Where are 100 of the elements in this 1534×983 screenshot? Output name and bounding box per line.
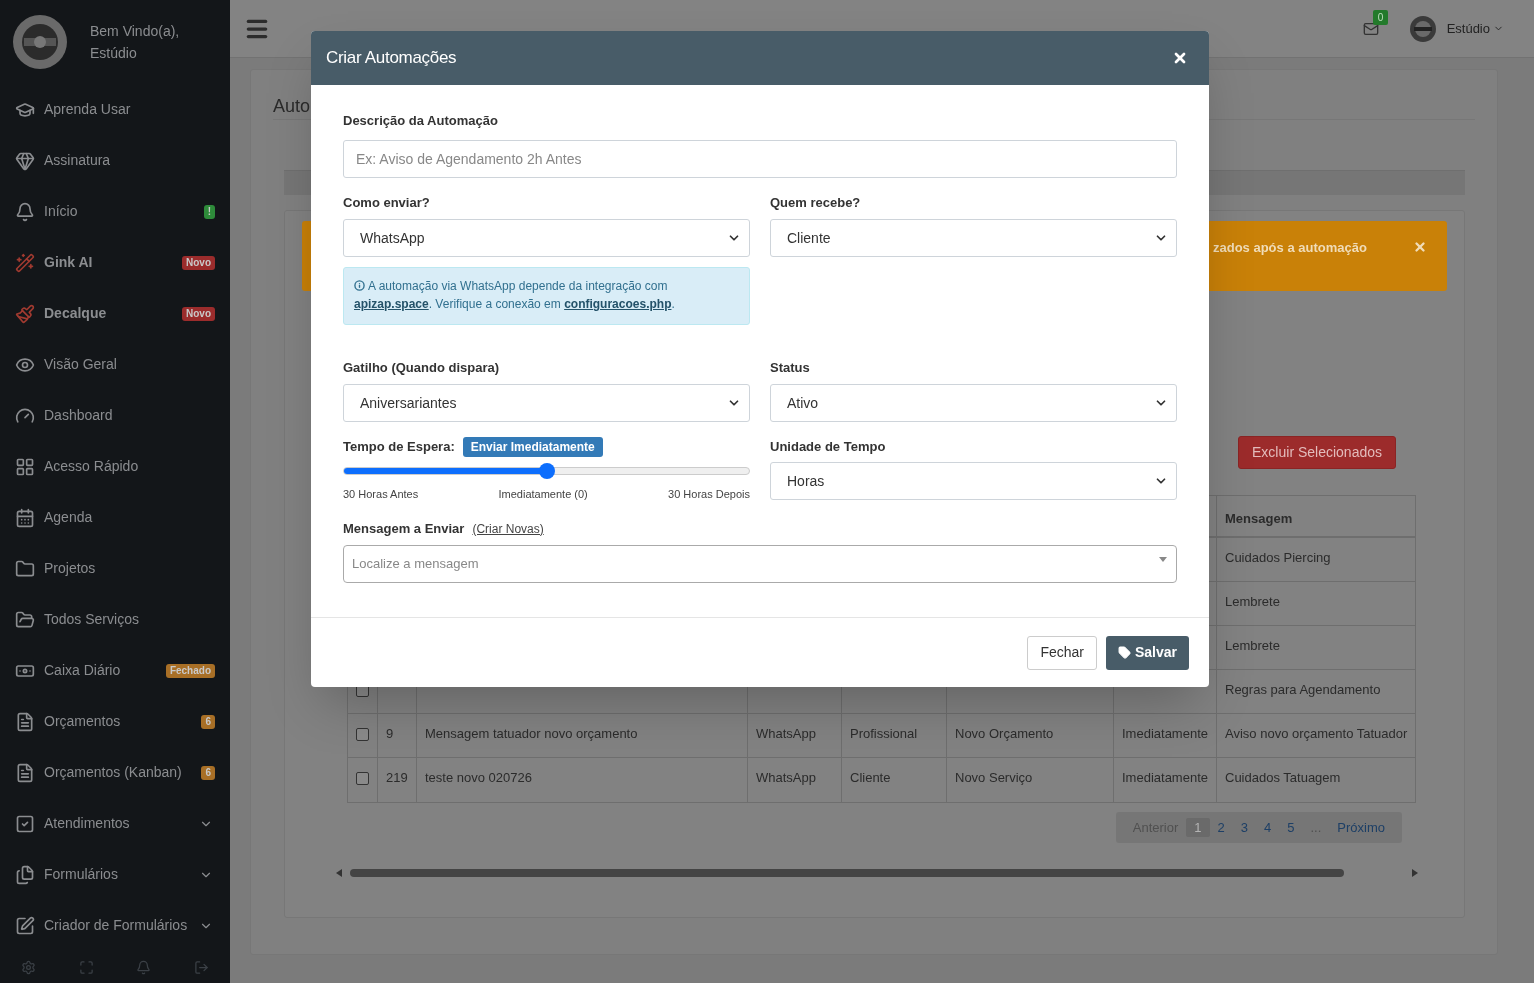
document-icon bbox=[15, 711, 35, 732]
sidebar-label: Todos Serviços bbox=[44, 610, 140, 629]
slider-tick-label: 30 Horas Antes bbox=[343, 487, 419, 502]
slider-tick-label: Imediatamente (0) bbox=[498, 487, 588, 502]
sidebar-item[interactable]: Visão Geral bbox=[0, 339, 230, 390]
sidebar-item[interactable]: Gink AI Novo bbox=[0, 237, 230, 288]
sidebar-label: Aprenda Usar bbox=[44, 100, 132, 119]
grid-icon bbox=[15, 456, 35, 477]
sidebar-item[interactable]: Atendimentos bbox=[0, 798, 230, 849]
sidebar-label: Visão Geral bbox=[44, 355, 118, 374]
delete-selected-button[interactable]: Excluir Selecionados bbox=[1238, 436, 1396, 469]
field-label: Status bbox=[770, 359, 811, 377]
sidebar-item[interactable]: Formulários bbox=[0, 849, 230, 900]
alert-text: zados após a automação bbox=[1213, 239, 1367, 257]
table-cell: Mensagem tatuador novo orçamento bbox=[425, 726, 638, 741]
sidebar-item[interactable]: Orçamentos 6 bbox=[0, 696, 230, 747]
table-cell: Novo Serviço bbox=[955, 770, 1033, 785]
sidebar-item[interactable]: Início ! bbox=[0, 186, 230, 237]
field-label: Unidade de Tempo bbox=[770, 438, 887, 456]
close-icon[interactable] bbox=[1172, 50, 1188, 66]
avatar-logo bbox=[12, 14, 68, 70]
sidebar-item[interactable]: Dashboard bbox=[0, 390, 230, 441]
table-cell: Imediatamente bbox=[1122, 726, 1208, 741]
table-cell: Aviso novo orçamento Tatuador bbox=[1225, 726, 1408, 741]
table-cell: WhatsApp bbox=[756, 726, 816, 741]
sidebar-label: Orçamentos bbox=[44, 712, 122, 731]
sidebar-label: Assinatura bbox=[44, 151, 112, 170]
sidebar-item[interactable]: Orçamentos (Kanban) 6 bbox=[0, 747, 230, 798]
paintbrush-icon bbox=[15, 303, 35, 324]
sidebar-badge: 6 bbox=[201, 765, 215, 780]
tag-icon bbox=[1117, 646, 1131, 659]
table-cell: Cuidados Piercing bbox=[1225, 550, 1331, 565]
sidebar-item[interactable]: Assinatura bbox=[0, 135, 230, 186]
edit-icon bbox=[15, 915, 35, 936]
sidebar-item[interactable]: Projetos bbox=[0, 543, 230, 594]
sidebar-item[interactable]: Decalque Novo bbox=[0, 288, 230, 339]
table-cell: 219 bbox=[386, 770, 408, 785]
info-icon bbox=[354, 280, 365, 292]
field-label: Quem recebe? bbox=[770, 194, 862, 212]
table-cell: Cuidados Tatuagem bbox=[1225, 770, 1341, 785]
slider-tick-label: 30 Horas Depois bbox=[668, 487, 750, 502]
modal-title: Criar Automações bbox=[326, 47, 457, 70]
table-cell: Regras para Agendamento bbox=[1225, 682, 1381, 697]
field-label: Gatilho (Quando dispara) bbox=[343, 359, 500, 377]
page-title: Auto bbox=[273, 95, 311, 118]
create-new-link[interactable]: (Criar Novas) bbox=[472, 519, 544, 538]
info-alert: A automação via WhatsApp depende da integração com apizap.space. Verifique a conexão em configuracoes.php. bbox=[343, 267, 750, 325]
horizontal-scrollbar[interactable] bbox=[336, 867, 1418, 879]
user-menu[interactable]: Estúdio bbox=[1446, 18, 1504, 39]
sidebar-label: Acesso Rápido bbox=[44, 457, 140, 476]
field-label: Mensagem a Enviar bbox=[343, 519, 465, 538]
row-checkbox[interactable] bbox=[356, 772, 369, 785]
description-input[interactable]: Ex: Aviso de Agendamento 2h Antes bbox=[343, 140, 1177, 178]
sidebar-badge: 6 bbox=[201, 714, 215, 729]
sidebar-item[interactable]: Todos Serviços bbox=[0, 594, 230, 645]
sidebar-item[interactable]: Aprenda Usar bbox=[0, 84, 230, 135]
table-cell: Cliente bbox=[850, 770, 891, 785]
sidebar-label: Orçamentos (Kanban) bbox=[44, 763, 183, 782]
mail-icon[interactable] bbox=[1362, 20, 1379, 37]
sidebar-badge: Fechado bbox=[165, 663, 215, 678]
trigger-select[interactable]: Aniversariantes bbox=[343, 384, 750, 422]
files-icon bbox=[15, 864, 35, 885]
calendar-icon bbox=[15, 507, 35, 528]
mail-count-badge: 0 bbox=[1372, 9, 1389, 25]
table-cell: Novo Orçamento bbox=[955, 726, 1054, 741]
sidebar-label: Projetos bbox=[44, 559, 97, 578]
recipient-select[interactable]: Cliente bbox=[770, 219, 1177, 257]
sidebar-label: Dashboard bbox=[44, 406, 114, 425]
row-checkbox[interactable] bbox=[356, 728, 369, 741]
sidebar-label: Atendimentos bbox=[44, 814, 131, 833]
time-unit-select[interactable]: Horas bbox=[770, 462, 1177, 500]
sidebar-item[interactable]: Acesso Rápido bbox=[0, 441, 230, 492]
sidebar-item[interactable]: Agenda bbox=[0, 492, 230, 543]
sidebar-item[interactable]: Criador de Formulários bbox=[0, 900, 230, 951]
sidebar-label: Início bbox=[44, 202, 79, 221]
wait-slider[interactable] bbox=[343, 463, 750, 479]
column-header: Mensagem bbox=[1224, 510, 1294, 528]
close-button[interactable]: Fechar bbox=[1027, 635, 1097, 670]
folder-open-icon bbox=[15, 609, 35, 630]
slider-thumb[interactable] bbox=[538, 463, 555, 479]
sidebar-label: Formulários bbox=[44, 865, 119, 884]
status-select[interactable]: Ativo bbox=[770, 384, 1177, 422]
table-cell: 9 bbox=[386, 726, 394, 741]
table-cell: WhatsApp bbox=[756, 770, 816, 785]
sidebar-label: Criador de Formulários bbox=[44, 916, 189, 935]
sidebar-item[interactable]: Caixa Diário Fechado bbox=[0, 645, 230, 696]
table-cell: Lembrete bbox=[1225, 638, 1280, 653]
table-cell: Imediatamente bbox=[1122, 770, 1208, 785]
wait-badge: Enviar Imediatamente bbox=[462, 437, 603, 457]
save-button[interactable]: Salvar bbox=[1105, 635, 1189, 670]
user-name: Estúdio bbox=[90, 44, 138, 63]
message-search-field[interactable]: Localize a mensagem bbox=[343, 544, 1177, 583]
bell-icon bbox=[15, 201, 35, 222]
folder-icon bbox=[15, 558, 35, 579]
info-link[interactable]: apizap.space bbox=[354, 297, 429, 311]
field-label: Como enviar? bbox=[343, 194, 431, 212]
sidebar-label: Decalque bbox=[44, 304, 108, 323]
channel-select[interactable]: WhatsApp bbox=[343, 219, 750, 257]
sidebar-badge: Novo bbox=[182, 306, 215, 321]
sidebar-badge: ! bbox=[203, 204, 215, 219]
